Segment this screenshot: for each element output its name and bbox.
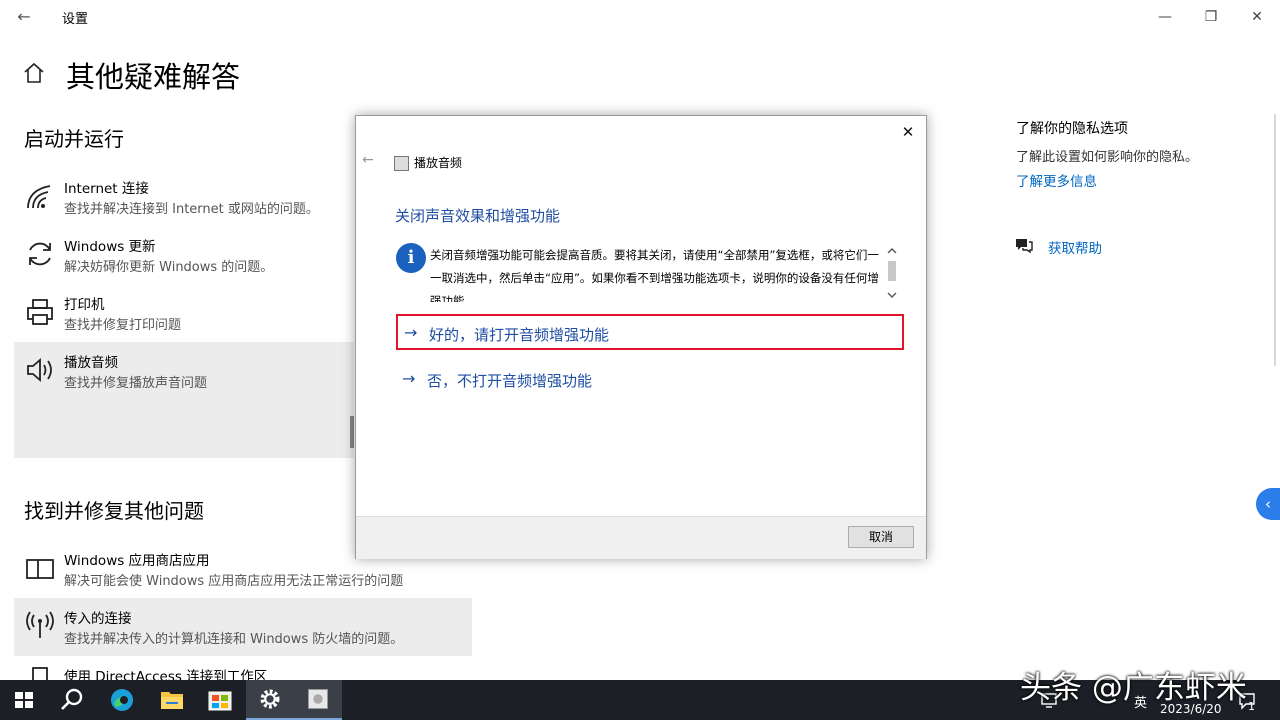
item-title: 播放音频 (64, 355, 118, 371)
item-desc: 查找并修复打印问题 (64, 318, 182, 333)
start-windows-icon[interactable] (0, 680, 48, 720)
audio-troubleshooter-icon (394, 156, 409, 171)
dialog-app-title: 播放音频 (414, 156, 463, 170)
search-icon[interactable] (48, 680, 96, 720)
page-title: 其他疑难解答 (66, 60, 241, 94)
scrollbar-thumb[interactable] (350, 416, 354, 448)
info-icon: i (396, 243, 426, 273)
option-skip-enhancements[interactable]: → 否，不打开音频增强功能 (396, 362, 904, 398)
restore-button[interactable]: ❐ (1188, 4, 1234, 30)
privacy-desc: 了解此设置如何影响你的隐私。 (1016, 150, 1199, 165)
store-app-icon (26, 559, 54, 579)
item-title: Windows 更新 (64, 239, 156, 255)
back-button[interactable]: ← (10, 6, 38, 28)
side-panel-toggle[interactable]: ‹ (1256, 488, 1280, 520)
item-desc: 查找并解决连接到 Internet 或网站的问题。 (64, 202, 319, 217)
section-title-other: 找到并修复其他问题 (24, 499, 204, 523)
arrow-right-icon: → (404, 323, 418, 342)
close-button[interactable]: ✕ (1234, 4, 1280, 30)
home-icon[interactable] (22, 60, 46, 86)
item-desc: 查找并解决传入的计算机连接和 Windows 防火墙的问题。 (64, 632, 404, 647)
chat-help-icon (1016, 239, 1033, 254)
troubleshooter-dialog: ✕ ← 播放音频 关闭声音效果和增强功能 i 关闭音频增强功能可能会提高音质。要… (355, 115, 927, 559)
antenna-icon (26, 611, 54, 638)
dialog-back-button[interactable]: ← (362, 152, 374, 168)
section-title-startup: 启动并运行 (24, 127, 124, 151)
watermark-text: 头条 @广东虾米 (1020, 670, 1247, 706)
item-title: Internet 连接 (64, 181, 149, 197)
get-help-link[interactable]: 获取帮助 (1048, 237, 1102, 257)
item-title: 打印机 (64, 297, 105, 313)
item-title: 传入的连接 (64, 611, 132, 627)
right-scrollbar[interactable] (1274, 114, 1276, 366)
troubleshooter-internet[interactable]: Internet 连接 查找并解决连接到 Internet 或网站的问题。 (14, 168, 354, 226)
settings-gear-icon[interactable] (246, 680, 294, 720)
title-bar: ← 设置 — ❐ ✕ (0, 0, 1280, 34)
store-icon[interactable] (196, 680, 244, 720)
item-desc: 解决可能会使 Windows 应用商店应用无法正常运行的问题 (64, 574, 404, 589)
dialog-footer: 取消 (356, 516, 926, 559)
troubleshooter-windows-update[interactable]: Windows 更新 解决妨碍你更新 Windows 的问题。 (14, 226, 354, 284)
troubleshooter-directaccess[interactable]: 使用 DirectAccess 连接到工作区 (14, 656, 354, 680)
app-title: 设置 (62, 12, 89, 27)
dialog-close-button[interactable]: ✕ (894, 120, 922, 144)
notification-count: 1 (1248, 700, 1255, 713)
cancel-button[interactable]: 取消 (848, 526, 914, 548)
speaker-icon (27, 358, 52, 382)
refresh-icon (29, 242, 51, 266)
item-title: 使用 DirectAccess 连接到工作区 (64, 669, 268, 680)
workplace-icon (32, 667, 48, 680)
troubleshooter-printer[interactable]: 打印机 查找并修复打印问题 (14, 284, 354, 342)
troubleshooter-incoming-connections[interactable]: 传入的连接 查找并解决传入的计算机连接和 Windows 防火墙的问题。 (14, 598, 472, 656)
option-label: 否，不打开音频增强功能 (427, 372, 593, 390)
arrow-right-icon: → (402, 369, 416, 388)
file-explorer-icon[interactable] (148, 680, 196, 720)
option-label: 好的，请打开音频增强功能 (429, 326, 610, 344)
troubleshooter-store-apps[interactable]: Windows 应用商店应用 解决可能会使 Windows 应用商店应用无法正常… (14, 540, 403, 598)
wifi-icon (27, 185, 51, 209)
item-title: Windows 应用商店应用 (64, 553, 210, 569)
troubleshooter-taskbar-icon[interactable] (294, 680, 342, 720)
printer-icon (27, 299, 53, 325)
troubleshooter-audio[interactable]: 播放音频 查找并修复播放声音问题 (14, 342, 354, 458)
minimize-button[interactable]: — (1142, 4, 1188, 30)
option-enable-enhancements[interactable]: → 好的，请打开音频增强功能 (396, 314, 904, 350)
learn-more-link[interactable]: 了解更多信息 (1016, 170, 1097, 190)
edge-browser-icon[interactable] (98, 680, 146, 720)
privacy-title: 了解你的隐私选项 (1016, 121, 1128, 137)
info-text: 关闭音频增强功能可能会提高音质。要将其关闭，请使用“全部禁用”复选框，或将它们一… (430, 248, 879, 302)
info-scrollbar[interactable] (884, 244, 900, 302)
item-desc: 解决妨碍你更新 Windows 的问题。 (64, 260, 274, 275)
dialog-heading: 关闭声音效果和增强功能 (395, 207, 561, 225)
item-desc: 查找并修复播放声音问题 (64, 376, 208, 391)
